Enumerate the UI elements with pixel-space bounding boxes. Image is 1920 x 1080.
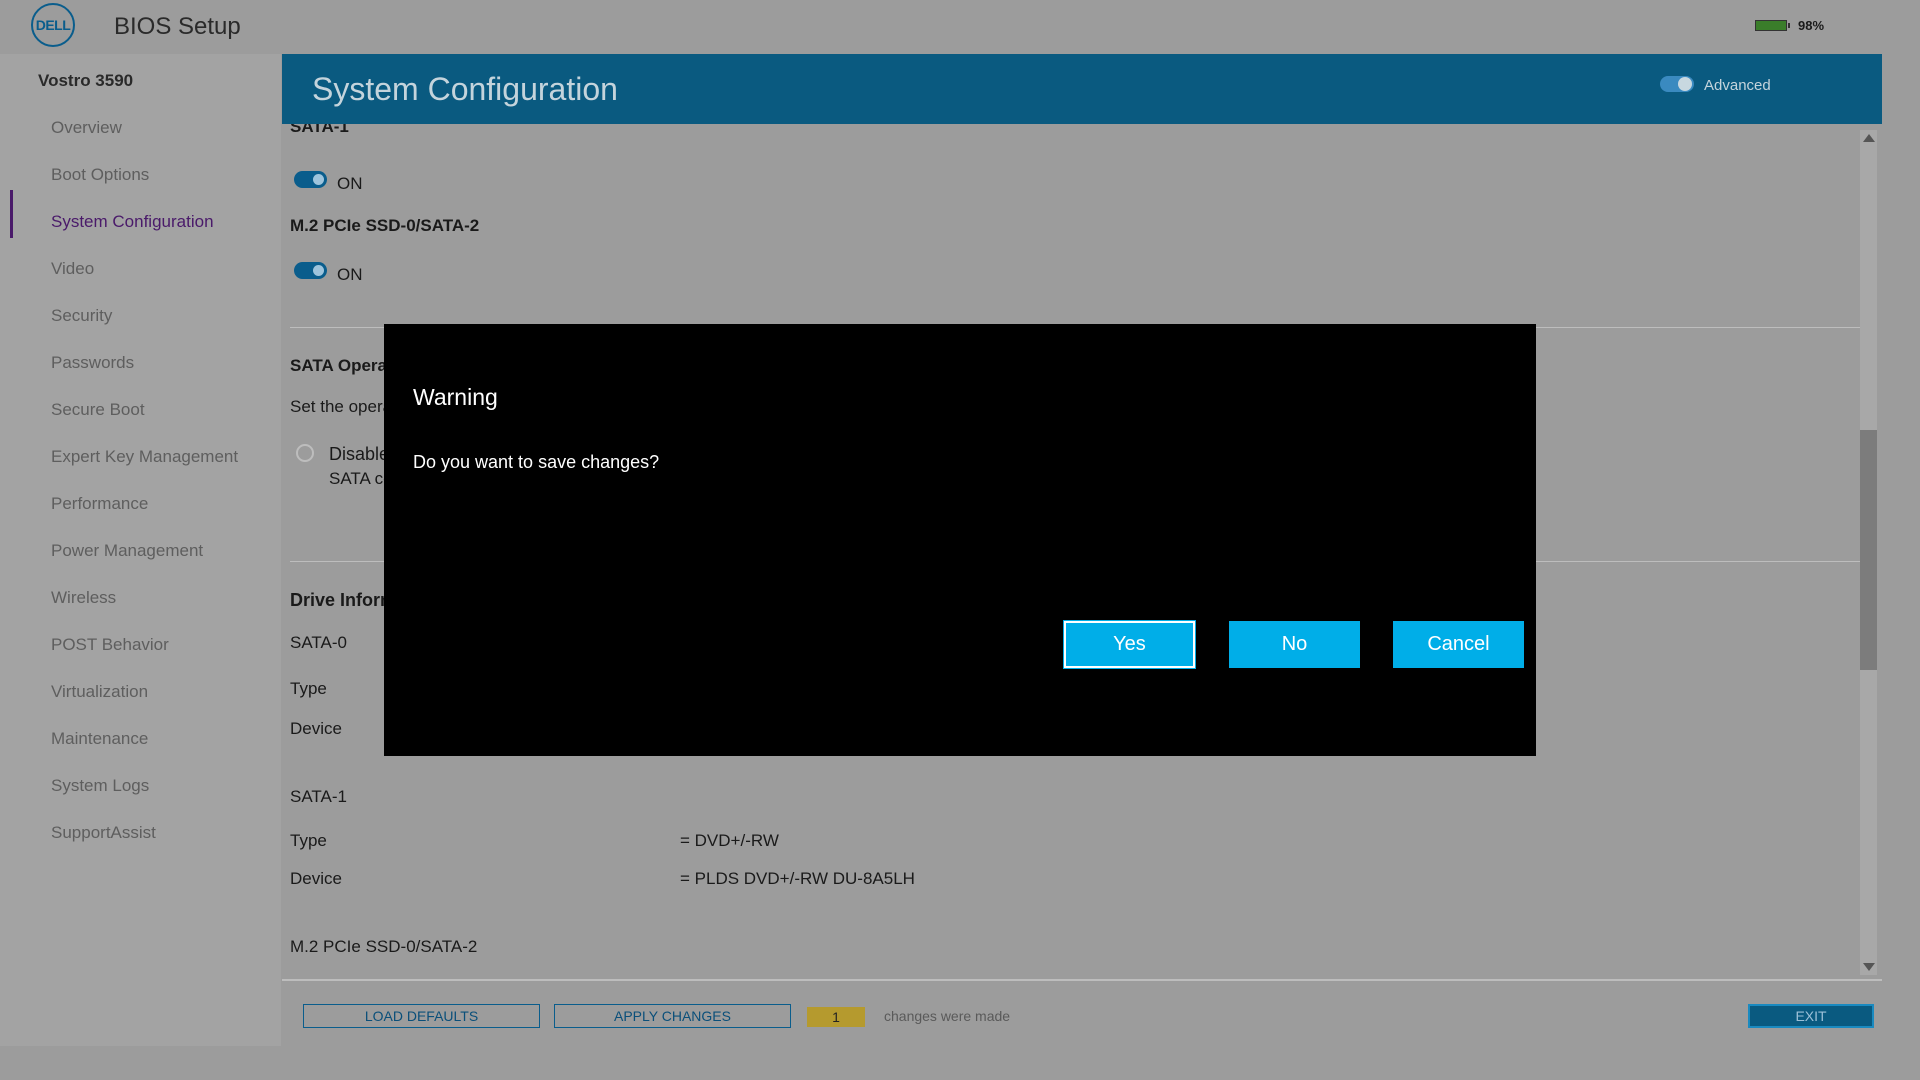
drive0-name: SATA-0 [290,633,347,652]
apply-changes-button[interactable]: APPLY CHANGES [554,1004,791,1028]
m2-heading: M.2 PCIe SSD-0/SATA-2 [290,216,480,235]
dialog-title: Warning [413,384,498,410]
changes-status-text: changes were made [884,1008,1011,1024]
drive2-name: M.2 PCIe SSD-0/SATA-2 [290,937,478,956]
scroll-down-arrow-icon[interactable] [1863,963,1875,971]
warning-dialog: Warning Do you want to save changes? Yes… [384,324,1536,756]
sidebar-item-system-logs[interactable]: System Logs [51,776,149,796]
sidebar-item-wireless[interactable]: Wireless [51,588,116,608]
sidebar-item-performance[interactable]: Performance [51,494,148,514]
load-defaults-button[interactable]: LOAD DEFAULTS [303,1004,540,1028]
change-count-badge: 1 [807,1007,865,1027]
sidebar: Vostro 3590 Overview Boot Options System… [0,54,281,1046]
sidebar-item-power-management[interactable]: Power Management [51,541,203,561]
sidebar-item-boot-options[interactable]: Boot Options [51,165,149,185]
footer-bar: LOAD DEFAULTS APPLY CHANGES 1 changes we… [282,979,1882,1048]
dell-logo: DELL [31,3,75,47]
exit-button[interactable]: EXIT [1748,1004,1874,1028]
sidebar-item-passwords[interactable]: Passwords [51,353,134,373]
content-scrollbar[interactable] [1860,130,1877,975]
sata1-toggle[interactable] [294,171,327,188]
advanced-toggle[interactable] [1660,76,1694,92]
battery-icon [1755,20,1790,31]
drive0-device-label: Device [290,719,342,738]
drive1-name: SATA-1 [290,787,347,806]
drive1-type-value: = DVD+/-RW [680,831,779,850]
app-title: BIOS Setup [114,13,241,40]
m2-toggle-label: ON [337,265,363,284]
page-title: System Configuration [312,71,618,107]
sidebar-item-system-configuration[interactable]: System Configuration [51,212,214,232]
sidebar-item-overview[interactable]: Overview [51,118,122,138]
scrollbar-thumb[interactable] [1860,430,1877,670]
sidebar-item-virtualization[interactable]: Virtualization [51,682,148,702]
sidebar-item-expert-key-management[interactable]: Expert Key Management [51,447,238,467]
sata1-toggle-label: ON [337,174,363,193]
page-header: System Configuration Advanced [282,54,1882,124]
scroll-up-arrow-icon[interactable] [1863,134,1875,142]
drive1-device-label: Device [290,869,342,888]
sidebar-item-video[interactable]: Video [51,259,94,279]
m2-toggle[interactable] [294,262,327,279]
sidebar-item-supportassist[interactable]: SupportAssist [51,823,156,843]
sidebar-item-secure-boot[interactable]: Secure Boot [51,400,145,420]
battery-percent: 98% [1798,18,1825,33]
advanced-label: Advanced [1704,77,1771,94]
drive1-device-value: = PLDS DVD+/-RW DU-8A5LH [680,869,915,888]
drive1-type-label: Type [290,831,327,850]
cancel-button[interactable]: Cancel [1393,621,1524,668]
sidebar-item-post-behavior[interactable]: POST Behavior [51,635,169,655]
top-bar: DELL BIOS Setup 98% [0,0,1920,54]
sidebar-item-security[interactable]: Security [51,306,112,326]
drive0-type-label: Type [290,679,327,698]
dialog-message: Do you want to save changes? [413,452,660,472]
yes-button[interactable]: Yes [1063,620,1196,669]
model-name: Vostro 3590 [38,71,134,90]
sata1-heading: SATA-1 [290,124,349,136]
no-button[interactable]: No [1229,621,1360,668]
sidebar-item-maintenance[interactable]: Maintenance [51,729,148,749]
active-indicator [10,190,13,238]
radio-disabled[interactable] [296,444,314,462]
